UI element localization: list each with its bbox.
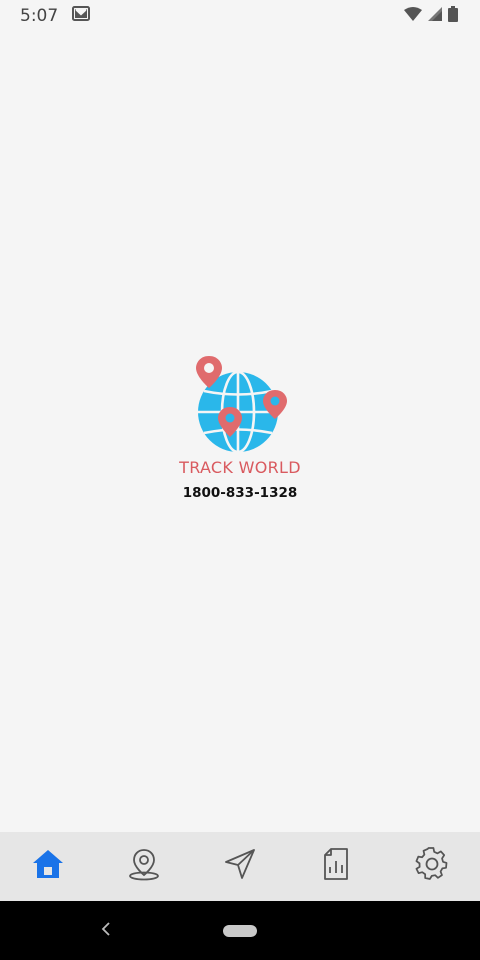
system-home-pill[interactable] xyxy=(223,924,257,937)
support-phone-number: 1800-833-1328 xyxy=(182,485,298,501)
settings-gear-icon xyxy=(415,847,449,886)
system-back-button[interactable] xyxy=(96,919,116,943)
home-icon xyxy=(31,847,65,886)
nav-location-button[interactable] xyxy=(114,837,174,897)
battery-icon xyxy=(448,5,458,27)
nav-navigation-button[interactable] xyxy=(210,837,270,897)
location-pin-icon xyxy=(127,847,161,886)
bottom-navigation xyxy=(0,832,480,901)
nav-home-button[interactable] xyxy=(18,837,78,897)
main-content: TRACK WORLD 1800-833-1328 xyxy=(0,32,480,832)
chevron-left-icon xyxy=(101,921,111,941)
nav-reports-button[interactable] xyxy=(306,837,366,897)
navigation-arrow-icon xyxy=(223,847,257,886)
report-document-icon xyxy=(319,847,353,886)
system-navigation-bar xyxy=(0,901,480,960)
status-bar: 5:07 xyxy=(0,0,480,32)
brand-name: TRACK WORLD xyxy=(179,458,301,477)
status-time: 5:07 xyxy=(20,6,59,26)
globe-with-map-pins-icon xyxy=(160,354,320,504)
signal-icon xyxy=(428,6,442,26)
wifi-icon xyxy=(404,6,422,26)
nav-settings-button[interactable] xyxy=(402,837,462,897)
gmail-icon xyxy=(72,6,91,26)
